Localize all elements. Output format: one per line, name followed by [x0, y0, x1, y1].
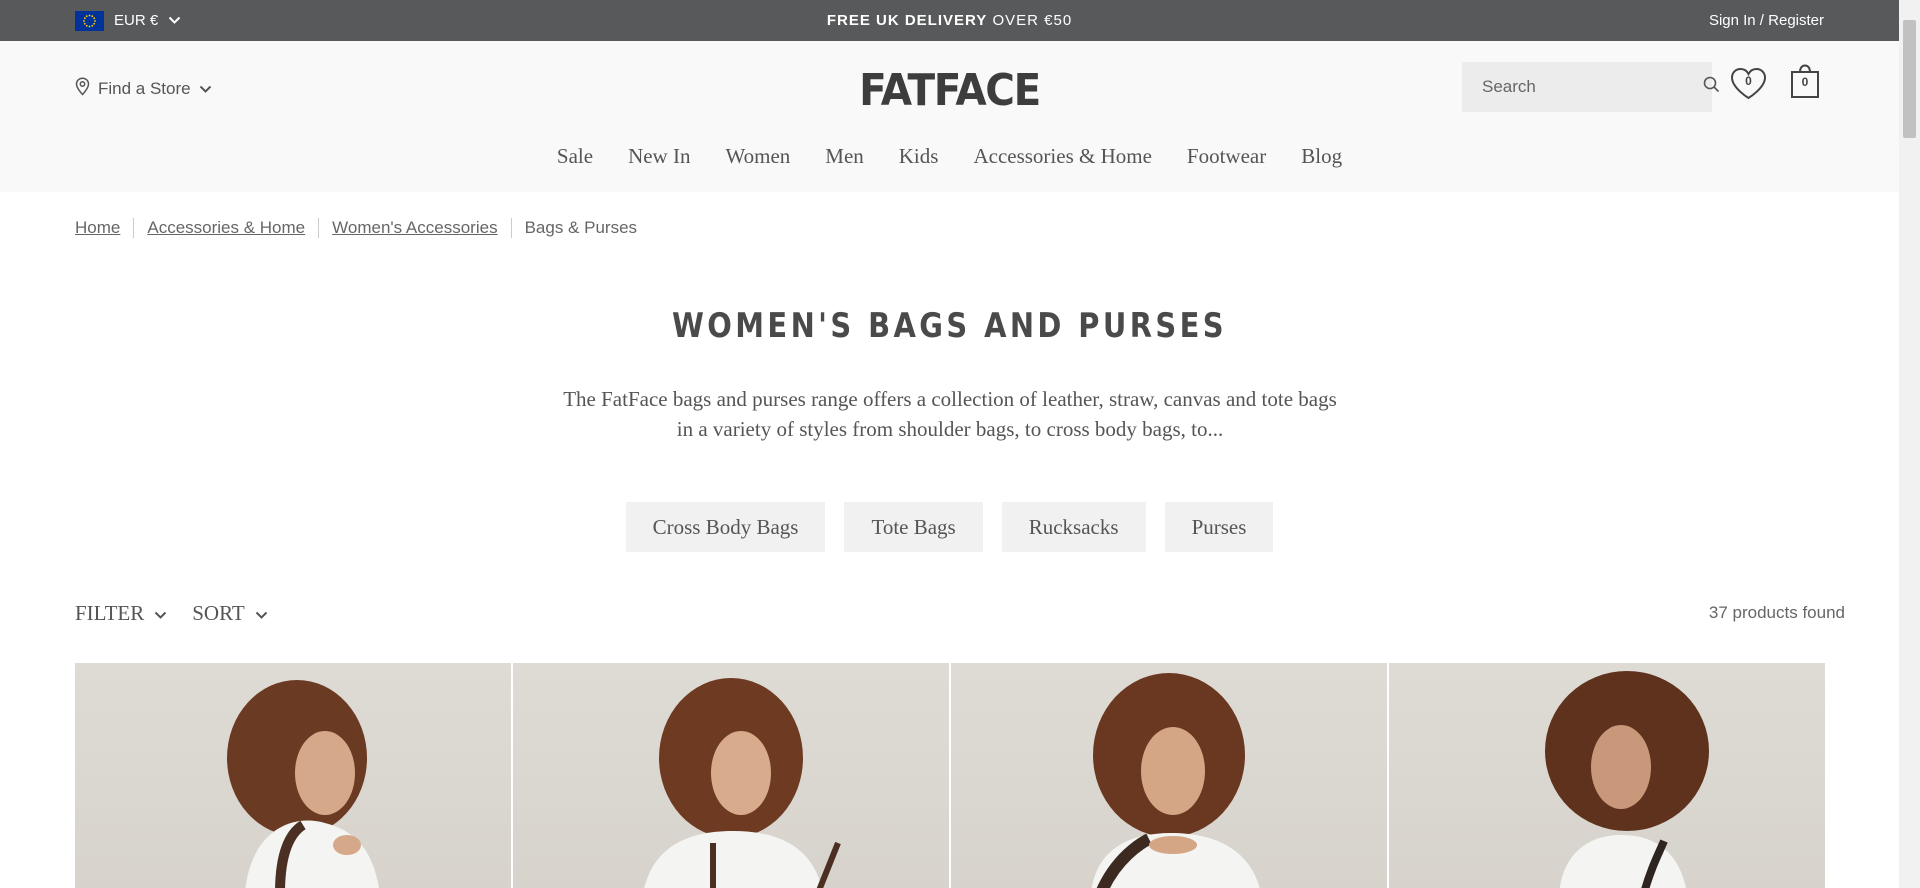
search-icon[interactable] [1703, 76, 1720, 98]
nav-item-footwear[interactable]: Footwear [1187, 144, 1266, 169]
promo-bold-text: FREE UK DELIVERY [826, 12, 988, 29]
product-grid [75, 663, 1825, 888]
promo-top-bar: EUR € FREE UK DELIVERY OVER €50 Sign In … [0, 0, 1899, 41]
site-header: Find a Store FATFACE 0 0 Sale New In Wom… [0, 41, 1899, 192]
category-chips: Cross Body Bags Tote Bags Rucksacks Purs… [0, 502, 1899, 552]
breadcrumb-accessories-home[interactable]: Accessories & Home [147, 218, 305, 238]
filter-button[interactable]: FILTER [75, 601, 167, 626]
nav-item-men[interactable]: Men [825, 144, 864, 169]
sort-label: SORT [192, 601, 245, 625]
page-scrollbar[interactable] [1899, 0, 1920, 888]
breadcrumb-separator [318, 218, 320, 238]
nav-item-women[interactable]: Women [725, 144, 790, 169]
breadcrumb: Home Accessories & Home Women's Accessor… [75, 218, 637, 238]
main-navigation: Sale New In Women Men Kids Accessories &… [0, 144, 1899, 169]
promo-rest-text: OVER €50 [987, 12, 1073, 29]
search-box[interactable] [1462, 62, 1720, 112]
wishlist-count: 0 [1745, 74, 1752, 88]
product-card-image[interactable] [951, 663, 1387, 888]
page-title: WOMEN'S BAGS AND PURSES [672, 306, 1227, 346]
chevron-down-icon [154, 601, 167, 626]
sort-button[interactable]: SORT [192, 601, 267, 626]
filter-label: FILTER [75, 601, 145, 625]
sign-in-register-link[interactable]: Sign In / Register [1709, 0, 1824, 41]
breadcrumb-womens-accessories[interactable]: Women's Accessories [332, 218, 497, 238]
breadcrumb-home[interactable]: Home [75, 218, 120, 238]
filter-sort-bar: FILTER SORT [75, 601, 268, 626]
product-card-image[interactable] [75, 663, 511, 888]
breadcrumb-separator [133, 218, 135, 238]
chip-purses[interactable]: Purses [1164, 502, 1274, 552]
chip-tote-bags[interactable]: Tote Bags [844, 502, 983, 552]
breadcrumb-separator [510, 218, 512, 238]
nav-item-blog[interactable]: Blog [1301, 144, 1342, 169]
nav-item-sale[interactable]: Sale [557, 144, 593, 169]
bag-count: 0 [1801, 75, 1809, 89]
shopping-bag-button[interactable]: 0 [1790, 63, 1820, 99]
chip-cross-body-bags[interactable]: Cross Body Bags [625, 502, 826, 552]
chevron-down-icon [255, 601, 268, 626]
search-input[interactable] [1482, 77, 1703, 97]
products-found-count: 37 products found [1708, 603, 1845, 622]
category-description: The FatFace bags and purses range offers… [563, 387, 1337, 441]
wishlist-button[interactable]: 0 [1730, 67, 1767, 101]
product-card-image[interactable] [1389, 663, 1825, 888]
breadcrumb-current: Bags & Purses [524, 218, 638, 237]
nav-item-new-in[interactable]: New In [628, 144, 690, 169]
chip-rucksacks[interactable]: Rucksacks [1001, 502, 1146, 552]
scrollbar-thumb[interactable] [1903, 20, 1916, 138]
product-card-image[interactable] [513, 663, 949, 888]
nav-item-kids[interactable]: Kids [899, 144, 939, 169]
promo-message: FREE UK DELIVERY OVER €50 [0, 0, 1899, 41]
nav-item-accessories-home[interactable]: Accessories & Home [973, 144, 1151, 169]
